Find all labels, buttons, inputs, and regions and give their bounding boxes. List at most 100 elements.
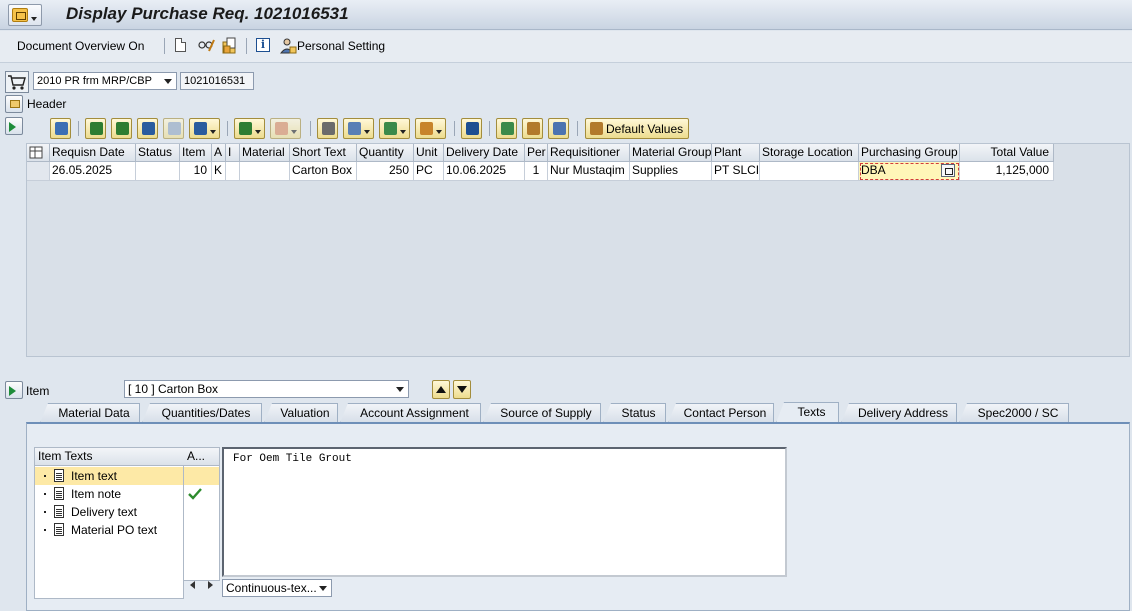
col-unit[interactable]: Unit xyxy=(414,144,444,162)
row-selector[interactable] xyxy=(27,162,50,181)
value-help-icon[interactable] xyxy=(941,164,955,177)
print-button[interactable] xyxy=(317,118,338,139)
cell-period[interactable]: 1 xyxy=(525,162,548,181)
import-button[interactable] xyxy=(496,118,517,139)
cell-plant[interactable]: PT SLCI xyxy=(712,162,760,181)
cell-material[interactable] xyxy=(240,162,290,181)
col-account-category[interactable]: A xyxy=(212,144,226,162)
tab-contact-person[interactable]: Contact Person xyxy=(668,403,774,423)
col-delivery-date[interactable]: Delivery Date xyxy=(444,144,525,162)
cell-item[interactable]: 10 xyxy=(180,162,212,181)
text-item-item-text[interactable]: Item text xyxy=(35,467,183,485)
item-detail-collapse-button[interactable] xyxy=(5,381,23,399)
cell-account-category[interactable]: K xyxy=(212,162,226,181)
col-requisitioner[interactable]: Requisitioner xyxy=(548,144,630,162)
sort-descending-button[interactable] xyxy=(111,118,132,139)
personal-data-button[interactable] xyxy=(522,118,543,139)
select-all-button[interactable] xyxy=(27,144,50,162)
text-item-material-po-text[interactable]: Material PO text xyxy=(35,521,183,539)
items-collapse-button[interactable] xyxy=(5,117,23,135)
cell-requisitioner[interactable]: Nur Mustaqim xyxy=(548,162,630,181)
tab-valuation[interactable]: Valuation xyxy=(264,403,338,423)
title-bar: Display Purchase Req. 1021016531 xyxy=(0,0,1132,30)
col-item-category[interactable]: I xyxy=(226,144,240,162)
item-select[interactable]: [ 10 ] Carton Box xyxy=(124,380,409,398)
tab-status[interactable]: Status xyxy=(603,403,666,423)
system-menu-button[interactable] xyxy=(8,4,42,26)
col-period[interactable]: Per xyxy=(525,144,548,162)
system-menu-icon xyxy=(12,8,28,22)
find-button[interactable] xyxy=(137,118,158,139)
sort-ascending-button[interactable] xyxy=(85,118,106,139)
tab-material-data[interactable]: Material Data xyxy=(40,403,140,423)
col-requisn-date[interactable]: Requisn Date xyxy=(50,144,136,162)
total-button[interactable] xyxy=(234,118,265,139)
shopping-cart-icon xyxy=(5,71,29,93)
cell-short-text[interactable]: Carton Box xyxy=(290,162,357,181)
filter-button[interactable] xyxy=(189,118,220,139)
cell-delivery-date[interactable]: 10.06.2025 xyxy=(444,162,525,181)
info-button[interactable]: i xyxy=(255,37,273,55)
find-next-button[interactable] xyxy=(163,118,184,139)
document-overview-button[interactable]: Document Overview On xyxy=(17,39,144,53)
personal-setting-icon[interactable] xyxy=(279,37,297,55)
col-item[interactable]: Item xyxy=(180,144,212,162)
cell-storage-location[interactable] xyxy=(760,162,859,181)
clipboard-button[interactable] xyxy=(548,118,569,139)
document-type-select[interactable]: 2010 PR frm MRP/CBP xyxy=(33,72,177,90)
cell-material-group[interactable]: Supplies xyxy=(630,162,712,181)
display-change-button[interactable] xyxy=(197,37,215,55)
text-mode-select[interactable]: Continuous-tex... xyxy=(222,579,332,597)
chevron-down-icon xyxy=(319,586,327,591)
new-document-button[interactable] xyxy=(173,37,191,55)
default-values-button[interactable]: Default Values xyxy=(585,118,689,139)
cell-unit[interactable]: PC xyxy=(414,162,444,181)
col-storage-location[interactable]: Storage Location xyxy=(760,144,859,162)
cell-quantity[interactable]: 250 xyxy=(357,162,414,181)
arrow-down-icon xyxy=(457,386,467,393)
other-document-button[interactable] xyxy=(221,37,239,55)
col-quantity[interactable]: Quantity xyxy=(357,144,414,162)
cart-button[interactable] xyxy=(5,71,29,93)
col-total-value[interactable]: Total Value xyxy=(960,144,1054,162)
chevron-down-icon xyxy=(255,130,261,134)
scroll-right-button[interactable] xyxy=(208,581,213,589)
col-purchasing-group[interactable]: Purchasing Group xyxy=(859,144,960,162)
toolbar-separator xyxy=(577,121,578,136)
cell-requisn-date[interactable]: 26.05.2025 xyxy=(50,162,136,181)
tab-quantities-dates[interactable]: Quantities/Dates xyxy=(142,403,262,423)
layout-button[interactable] xyxy=(415,118,446,139)
grid-info-button[interactable] xyxy=(461,118,482,139)
tab-source-of-supply[interactable]: Source of Supply xyxy=(483,403,601,423)
text-item-delivery-text[interactable]: Delivery text xyxy=(35,503,183,521)
text-editor[interactable]: For Oem Tile Grout xyxy=(222,447,787,577)
tab-texts[interactable]: Texts xyxy=(776,402,839,423)
scroll-left-button[interactable] xyxy=(190,581,195,589)
next-item-button[interactable] xyxy=(453,380,471,399)
text-item-item-note[interactable]: Item note xyxy=(35,485,183,503)
previous-item-button[interactable] xyxy=(432,380,450,399)
subtotal-button[interactable] xyxy=(270,118,301,139)
toolbar-separator xyxy=(227,121,228,136)
col-status[interactable]: Status xyxy=(136,144,180,162)
col-short-text[interactable]: Short Text xyxy=(290,144,357,162)
cell-purchasing-group[interactable]: DBA xyxy=(859,162,960,181)
cell-total-value[interactable]: 1,125,000 xyxy=(960,162,1054,181)
views-button[interactable] xyxy=(343,118,374,139)
header-expand-button[interactable] xyxy=(5,95,23,113)
pr-number-field[interactable]: 1021016531 xyxy=(180,72,254,90)
col-plant[interactable]: Plant xyxy=(712,144,760,162)
details-button[interactable] xyxy=(50,118,71,139)
personal-setting-button[interactable]: Personal Setting xyxy=(297,39,385,53)
chevron-down-icon xyxy=(164,79,172,84)
col-material[interactable]: Material xyxy=(240,144,290,162)
cell-status[interactable] xyxy=(136,162,180,181)
layout-grid-icon xyxy=(420,122,433,135)
text-document-icon xyxy=(54,505,64,518)
export-button[interactable] xyxy=(379,118,410,139)
col-material-group[interactable]: Material Group xyxy=(630,144,712,162)
tab-account-assignment[interactable]: Account Assignment xyxy=(340,403,481,423)
tab-spec2000-sc[interactable]: Spec2000 / SC xyxy=(959,403,1069,423)
tab-delivery-address[interactable]: Delivery Address xyxy=(841,403,957,423)
cell-item-category[interactable] xyxy=(226,162,240,181)
